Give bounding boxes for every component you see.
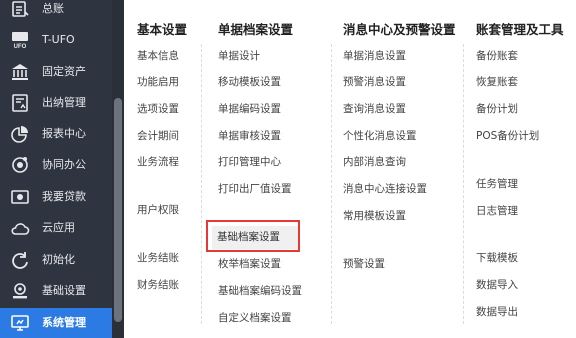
menu-item-options-settings[interactable]: 选项设置 xyxy=(137,103,179,116)
svg-text:UFO: UFO xyxy=(14,44,27,50)
menu-item-log-management[interactable]: 日志管理 xyxy=(476,205,518,218)
nav-label: 我要贷款 xyxy=(42,190,86,203)
cloud-icon xyxy=(9,217,31,239)
nav-label: T-UFO xyxy=(42,33,75,46)
nav-label: 初始化 xyxy=(42,253,75,266)
pie-chart-icon xyxy=(9,123,31,145)
menu-item-common-template-settings[interactable]: 常用模板设置 xyxy=(343,210,406,223)
sidebar-scrollbar-thumb[interactable] xyxy=(114,98,122,322)
menu-item-restore-account-set[interactable]: 恢复账套 xyxy=(476,76,518,89)
menu-item-document-approval-settings[interactable]: 单据审核设置 xyxy=(218,130,281,143)
menu-item-print-management-center[interactable]: 打印管理中心 xyxy=(218,156,281,169)
nav-label: 总账 xyxy=(42,2,64,15)
nav-label: 报表中心 xyxy=(42,127,86,140)
nav-item-loan[interactable]: 我要贷款 xyxy=(0,182,112,212)
collaboration-icon xyxy=(9,154,31,176)
menu-item-basic-info[interactable]: 基本信息 xyxy=(137,50,179,63)
menu-item-alert-message-settings[interactable]: 预警消息设置 xyxy=(343,76,406,89)
nav-label: 出纳管理 xyxy=(42,96,86,109)
ufo-report-icon: UFO xyxy=(9,29,31,51)
menu-item-data-import[interactable]: 数据导入 xyxy=(476,279,518,292)
column-divider xyxy=(201,44,202,324)
nav-item-system-management[interactable]: 系统管理 xyxy=(0,308,112,338)
ledger-icon xyxy=(9,0,31,20)
system-management-icon xyxy=(9,312,31,334)
nav-label: 系统管理 xyxy=(42,316,86,329)
column-divider xyxy=(463,44,464,324)
menu-item-pos-backup-plan[interactable]: POS备份计划 xyxy=(476,130,539,143)
nav-item-cashier[interactable]: 出纳管理 xyxy=(0,88,112,118)
menu-item-business-closing[interactable]: 业务结账 xyxy=(137,252,179,265)
menu-item-download-template[interactable]: 下载模板 xyxy=(476,252,518,265)
menu-item-custom-archive-settings[interactable]: 自定义档案设置 xyxy=(218,312,292,325)
menu-item-task-management[interactable]: 任务管理 xyxy=(476,178,518,191)
column-divider xyxy=(331,44,332,324)
menu-item-backup-account-set[interactable]: 备份账套 xyxy=(476,50,518,63)
nav-item-initialization[interactable]: 初始化 xyxy=(0,245,112,275)
menu-item-backup-plan[interactable]: 备份计划 xyxy=(476,103,518,116)
menu-item-document-design[interactable]: 单据设计 xyxy=(218,50,260,63)
column-header-account-tools: 账套管理及工具 xyxy=(476,22,564,37)
menu-item-personalized-message-settings[interactable]: 个性化消息设置 xyxy=(343,130,417,143)
menu-item-mobile-template-settings[interactable]: 移动模板设置 xyxy=(218,76,281,89)
sidebar-nav: 总账 UFO T-UFO 固定资产 出纳管理 报表中心 协同办公 我要贷款 云应… xyxy=(0,0,112,338)
nav-item-fixed-assets[interactable]: 固定资产 xyxy=(0,57,112,87)
column-header-message-alert-settings: 消息中心及预警设置 xyxy=(343,22,456,37)
menu-item-message-center-connection-settings[interactable]: 消息中心连接设置 xyxy=(343,183,427,196)
cashier-icon xyxy=(9,92,31,114)
menu-item-financial-closing[interactable]: 财务结账 xyxy=(137,279,179,292)
menu-item-query-message-settings[interactable]: 查询消息设置 xyxy=(343,103,406,116)
nav-item-collaboration[interactable]: 协同办公 xyxy=(0,150,112,180)
nav-item-basic-settings[interactable]: 基础设置 xyxy=(0,276,112,306)
menu-item-alert-settings[interactable]: 预警设置 xyxy=(343,258,385,271)
nav-label: 基础设置 xyxy=(42,284,86,297)
menu-item-business-process[interactable]: 业务流程 xyxy=(137,156,179,169)
menu-item-document-code-settings[interactable]: 单据编码设置 xyxy=(218,103,281,116)
menu-item-user-permissions[interactable]: 用户权限 xyxy=(137,204,179,217)
nav-item-t-ufo[interactable]: UFO T-UFO xyxy=(0,25,112,55)
column-header-basic-settings: 基本设置 xyxy=(137,22,188,37)
menu-item-enum-archive-settings[interactable]: 枚举档案设置 xyxy=(218,258,281,271)
refresh-icon xyxy=(9,249,31,271)
menu-item-internal-message-query[interactable]: 内部消息查询 xyxy=(343,156,406,169)
menu-item-basic-archive-code-settings[interactable]: 基础档案编码设置 xyxy=(218,285,302,298)
menu-item-document-message-settings[interactable]: 单据消息设置 xyxy=(343,50,406,63)
nav-label: 协同办公 xyxy=(42,158,86,171)
settings-gear-icon xyxy=(9,280,31,302)
menu-item-print-default-settings[interactable]: 打印出厂值设置 xyxy=(218,183,292,196)
nav-label: 云应用 xyxy=(42,221,75,234)
nav-label: 固定资产 xyxy=(42,65,86,78)
bank-building-icon xyxy=(9,61,31,83)
red-highlight-annotation-box xyxy=(206,220,300,252)
nav-item-general-ledger[interactable]: 总账 xyxy=(0,0,112,24)
column-header-document-archive-settings: 单据档案设置 xyxy=(218,22,294,37)
nav-item-report-center[interactable]: 报表中心 xyxy=(0,119,112,149)
menu-item-accounting-period[interactable]: 会计期间 xyxy=(137,130,179,143)
menu-item-data-export[interactable]: 数据导出 xyxy=(476,306,518,319)
nav-item-cloud-apps[interactable]: 云应用 xyxy=(0,213,112,243)
menu-item-feature-enable[interactable]: 功能启用 xyxy=(137,76,179,89)
loan-icon xyxy=(9,186,31,208)
